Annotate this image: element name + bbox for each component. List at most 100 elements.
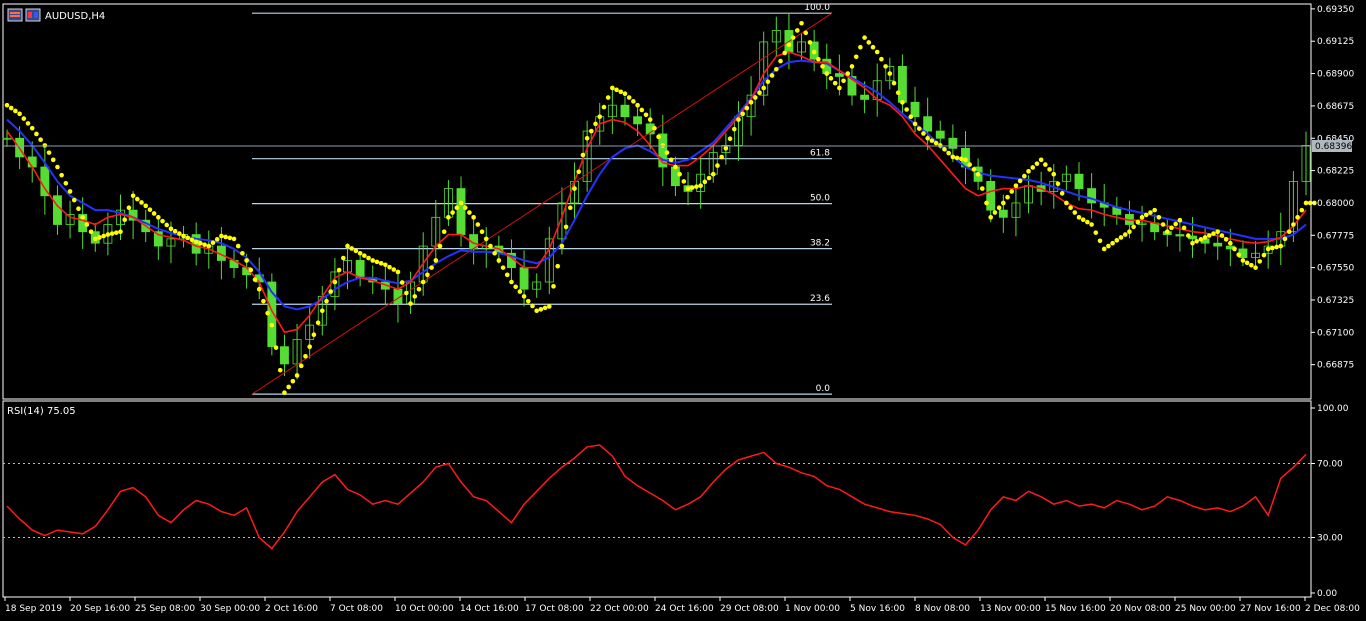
psar-dot [849,64,855,69]
psar-dot [404,290,409,296]
psar-dot [1152,207,1157,213]
psar-dot [277,367,283,373]
psar-dot [290,378,296,384]
psar-dot [315,320,321,326]
psar-dot [1131,224,1136,230]
psar-dot [1110,240,1115,246]
psar-dot [172,228,178,234]
fibonacci-retracement[interactable]: 100.0 61.8 50.0 38.2 23.6 0.0 [252,3,832,395]
psar-dot [353,248,359,254]
psar-dot [538,307,544,312]
candle-body [633,116,643,125]
psar-dot [21,116,27,121]
psar-dot [67,189,73,194]
psar-dot [1194,238,1199,244]
candle-body [355,260,365,279]
time-tick-label: 25 Sep 08:00 [135,604,195,614]
psar-dot [748,100,754,105]
psar-dot [76,206,81,211]
psar-dot [1072,210,1078,215]
psar-dot [635,102,640,108]
price-axis: 0.693500.691250.689000.686750.684500.682… [3,5,1354,371]
psar-dot [639,107,645,113]
psar-dot [1009,189,1015,194]
rsi-line [6,444,1307,550]
moving-averages [6,51,1307,334]
candle-body [519,267,529,290]
psar-dot [114,230,119,235]
psar-dot [458,200,464,206]
psar-dot [942,146,947,152]
psar-dot [244,258,249,263]
psar-dot [261,298,266,304]
psar-dot [1064,200,1069,206]
psar-dot [568,205,573,211]
psar-dot [1207,233,1212,238]
psar-dot [412,294,418,299]
psar-dot [252,277,258,282]
time-tick-label: 22 Oct 00:00 [590,604,649,614]
psar-dot [820,64,825,69]
psar-dot [1232,246,1237,252]
psar-dot [105,232,111,237]
symbol-title: AUDUSD,H4 [45,11,105,22]
psar-dot [362,253,367,258]
psar-dot [975,171,981,177]
psar-dot [1265,246,1271,252]
psar-dot [109,231,115,236]
psar-dot [677,171,682,177]
psar-dot [248,267,254,273]
candle-body [948,137,958,149]
psar-dot [38,137,43,142]
rsi-tick-label: 100.00 [1317,404,1349,414]
psar-dot [80,215,85,220]
psar-dot [357,250,363,256]
candle-body [998,209,1008,218]
psar-dot [345,243,350,249]
psar-dot [610,85,615,91]
psar-dot [601,104,607,110]
psar-dot [715,163,720,168]
candle-body [1175,234,1185,237]
psar-dot [168,226,174,232]
psar-dot [963,157,968,163]
psar-dot [311,332,317,338]
psar-dot [298,363,304,369]
psar-dot [1022,173,1027,179]
candle-body [1213,242,1223,247]
psar-dot [673,164,678,170]
psar-dot [685,186,691,191]
psar-dot [647,117,653,122]
psar-dot [1005,194,1010,200]
psar-dot [795,28,800,33]
psar-dot [63,180,69,186]
psar-dot [450,210,455,215]
psar-dot [1181,225,1187,231]
psar-dot [307,344,312,349]
psar-dot [1282,236,1288,242]
psar-dot [97,235,102,240]
psar-dot [971,167,977,172]
psar-dot [1198,237,1204,242]
psar-dot [984,200,989,206]
candlestick-series [2,13,1311,380]
rsi-indicator [3,444,1311,550]
time-tick-label: 20 Nov 08:00 [1110,604,1171,614]
price-tick-label: 0.67775 [1317,231,1354,241]
rsi-pane-frame [2,400,1312,598]
psar-dot [1215,229,1221,234]
psar-dot [1118,235,1124,240]
psar-dot [395,269,401,275]
candle-body [1074,173,1084,189]
psar-dot [1190,240,1195,246]
psar-dot [811,49,817,55]
psar-dot [433,258,439,263]
psar-dot [832,80,838,86]
psar-dot [147,207,153,212]
psar-dot [446,215,451,220]
psar-dot [605,95,611,100]
psar-dot [151,211,157,216]
psar-dot [858,44,863,50]
psar-dot [206,243,212,249]
psar-dot [55,164,60,170]
